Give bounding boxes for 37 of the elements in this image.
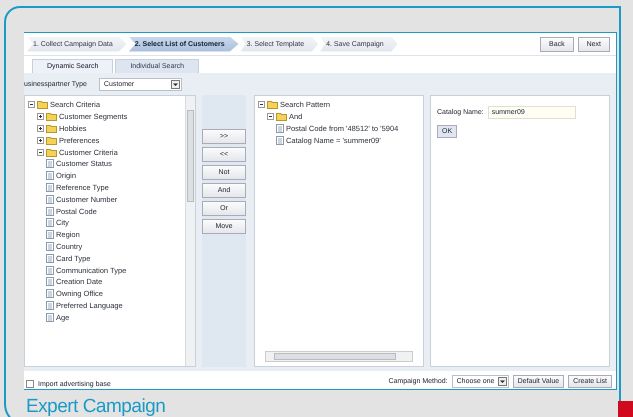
document-icon bbox=[276, 124, 284, 133]
document-icon bbox=[46, 277, 54, 286]
document-icon bbox=[46, 242, 54, 251]
corner-mark bbox=[618, 401, 633, 417]
checkbox[interactable] bbox=[26, 380, 34, 388]
document-icon bbox=[46, 230, 54, 240]
folder-icon bbox=[37, 100, 48, 110]
document-icon bbox=[46, 312, 54, 322]
document-icon bbox=[46, 300, 54, 310]
expander-icon[interactable] bbox=[37, 124, 44, 132]
caret-icon bbox=[170, 80, 180, 88]
expander-icon[interactable] bbox=[37, 113, 44, 120]
expander-icon[interactable] bbox=[267, 113, 274, 120]
caret-icon bbox=[498, 377, 507, 386]
expander-icon[interactable] bbox=[37, 148, 44, 156]
folder-icon bbox=[46, 148, 57, 157]
expander-icon[interactable] bbox=[28, 101, 35, 108]
document-icon bbox=[46, 266, 54, 275]
folder-icon bbox=[46, 124, 57, 133]
document-icon bbox=[46, 254, 54, 263]
document-icon bbox=[46, 289, 54, 298]
document-icon bbox=[46, 218, 54, 228]
folder-icon bbox=[276, 112, 287, 122]
document-icon bbox=[276, 136, 284, 145]
document-icon bbox=[46, 182, 54, 192]
expander-icon[interactable] bbox=[37, 136, 44, 144]
document-icon bbox=[46, 194, 54, 204]
folder-icon bbox=[46, 136, 57, 145]
scrollbar[interactable] bbox=[265, 351, 413, 362]
scrollbar[interactable] bbox=[185, 96, 195, 366]
folder-icon bbox=[46, 112, 57, 122]
document-icon bbox=[46, 171, 54, 180]
document-icon bbox=[46, 159, 54, 168]
expander-icon[interactable] bbox=[258, 101, 265, 108]
folder-icon bbox=[267, 100, 278, 110]
caption: Expert Campaign bbox=[25, 396, 166, 417]
document-icon bbox=[46, 206, 54, 216]
